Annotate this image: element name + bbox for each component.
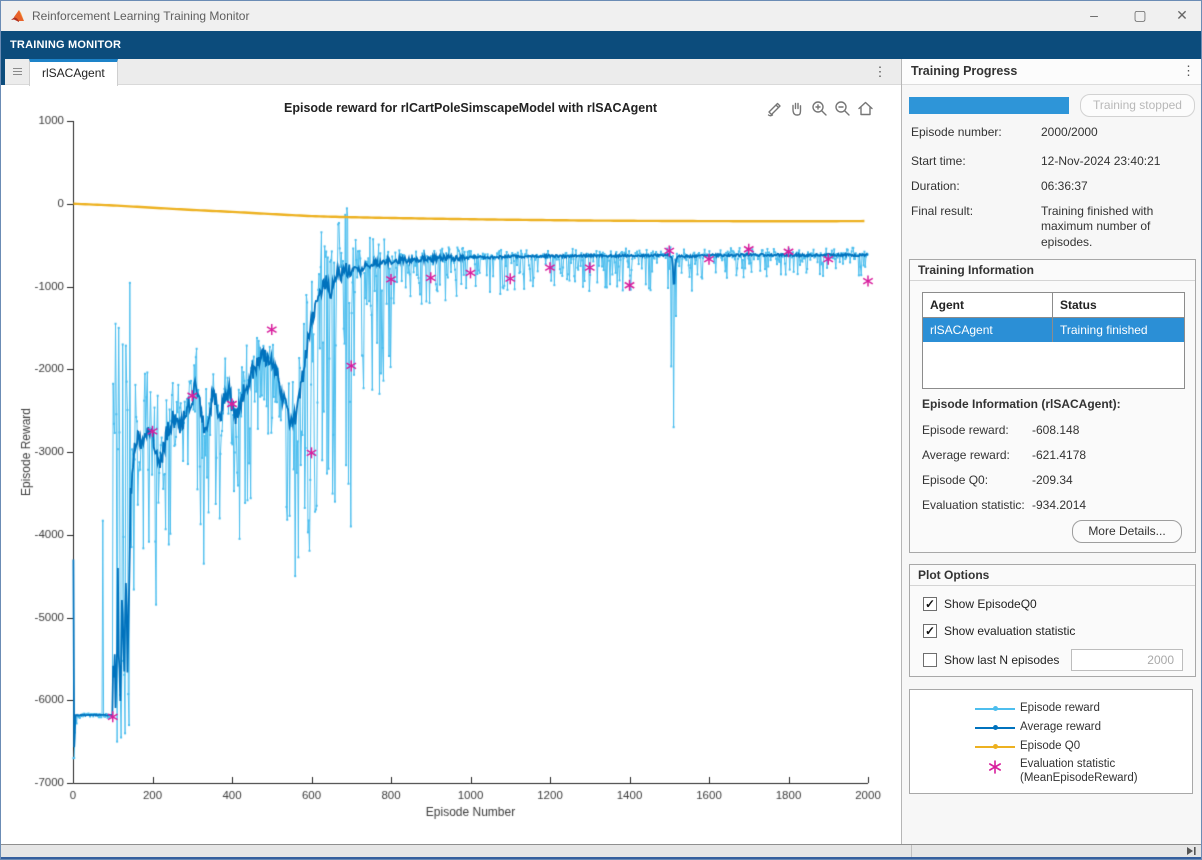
training-information-title: Training Information [910,260,1195,281]
agent-column-header: Agent [923,293,1053,317]
episode-reward-value: -608.148 [1032,423,1079,437]
episode-number-label: Episode number: [911,125,1002,139]
start-time-label: Start time: [911,154,966,168]
tab-rlsacagent[interactable]: rlSACAgent [29,59,118,86]
ribbon-bar: TRAINING MONITOR [1,31,1202,59]
training-progress-fill [909,97,1069,114]
duration-value: 06:36:37 [1041,179,1197,194]
episode-number-value: 2000/2000 [1041,125,1197,140]
show-evaluation-statistic-checkbox[interactable]: ✓ [923,624,937,638]
evaluation-statistic-row: Evaluation statistic: -934.2014 [922,498,1025,512]
legend-episode-q0: Episode Q0 [910,740,1192,754]
final-result-label: Final result: [911,204,973,218]
training-progress-panel: Training Progress ⋮ Training stopped Epi… [902,59,1202,844]
training-information-group: Training Information Agent Status rlSACA… [909,259,1196,553]
evaluation-statistic-legend-label: Evaluation statistic (MeanEpisodeReward) [1020,758,1138,786]
final-result-value: Training finished with maximum number of… [1041,204,1197,250]
close-button[interactable]: ✕ [1165,1,1199,31]
training-stopped-button: Training stopped [1080,94,1195,117]
skip-to-end-icon[interactable] [1186,846,1197,856]
average-reward-legend-label: Average reward [1020,721,1101,735]
start-time-value: 12-Nov-2024 23:40:21 [1041,154,1197,169]
table-header-row: Agent Status [923,293,1184,318]
legend-episode-reward: Episode reward [910,702,1192,716]
table-empty-area [923,342,1184,388]
evaluation-statistic-asterisk-icon [988,760,1002,774]
episode-q0-row: Episode Q0: -209.34 [922,473,988,487]
plot-options-title: Plot Options [910,565,1195,586]
show-episodeq0-option[interactable]: ✓ Show EpisodeQ0 [923,597,1037,611]
episode-reward-line-sample [975,708,1015,710]
agent-status-table[interactable]: Agent Status rlSACAgent Training finishe… [922,292,1185,389]
start-time-row: Start time: 12-Nov-2024 23:40:21 [911,154,966,168]
agent-cell: rlSACAgent [923,318,1053,342]
tabstrip-kebab-icon[interactable]: ⋮ [871,63,889,81]
ribbon-tab-training-monitor[interactable]: TRAINING MONITOR [10,39,121,51]
matlab-logo-icon [10,8,26,24]
table-row[interactable]: rlSACAgent Training finished [923,318,1184,342]
duration-row: Duration: 06:36:37 [911,179,960,193]
show-last-n-episodes-checkbox[interactable] [923,653,937,667]
drag-handle-icon[interactable] [13,68,22,77]
pan-icon[interactable] [786,98,806,118]
episode-q0-label: Episode Q0: [922,473,988,487]
episode-q0-legend-label: Episode Q0 [1020,740,1080,754]
episode-reward-legend-label: Episode reward [1020,702,1100,716]
maximize-button[interactable]: ▢ [1123,1,1157,31]
evaluation-statistic-value: -934.2014 [1032,498,1086,512]
chart-title: Episode reward for rlCartPoleSimscapeMod… [73,101,868,115]
window-title: Reinforcement Learning Training Monitor [32,9,249,23]
show-episodeq0-checkbox[interactable]: ✓ [923,597,937,611]
tabstrip-accent [1,59,5,85]
status-cell: Training finished [1053,318,1184,342]
side-panel-kebab-icon[interactable]: ⋮ [1182,63,1195,79]
show-evaluation-statistic-label: Show evaluation statistic [944,624,1075,638]
show-last-n-episodes-option[interactable]: Show last N episodes [923,653,1059,667]
more-details-button[interactable]: More Details... [1072,520,1182,543]
plot-legend: Episode reward Average reward Episode Q0… [909,689,1193,794]
final-result-row: Final result: Training finished with max… [911,204,973,218]
app-window: Reinforcement Learning Training Monitor … [0,0,1202,860]
status-column-header: Status [1053,293,1184,317]
plot-options-group: Plot Options ✓ Show EpisodeQ0 ✓ Show eva… [909,564,1196,677]
zoom-in-icon[interactable] [809,98,829,118]
average-reward-row: Average reward: -621.4178 [922,448,1010,462]
status-bar-divider [911,845,912,857]
training-progress-bar [909,97,1069,114]
episode-reward-label: Episode reward: [922,423,1009,437]
export-plot-icon[interactable] [763,98,783,118]
plot-toolbar [763,98,875,118]
legend-average-reward: Average reward [910,721,1192,735]
document-tab-strip [1,59,901,85]
show-last-n-episodes-label: Show last N episodes [944,653,1059,667]
evaluation-statistic-label: Evaluation statistic: [922,498,1025,512]
side-panel-header: Training Progress ⋮ [902,59,1202,85]
episode-information-title: Episode Information (rlSACAgent): [922,397,1121,411]
episode-reward-row: Episode reward: -608.148 [922,423,1009,437]
average-reward-label: Average reward: [922,448,1010,462]
show-episodeq0-label: Show EpisodeQ0 [944,597,1037,611]
n-episodes-input[interactable] [1071,649,1183,671]
duration-label: Duration: [911,179,960,193]
minimize-button[interactable]: – [1077,1,1111,31]
training-plot-canvas[interactable] [1,85,902,844]
restore-view-home-icon[interactable] [855,98,875,118]
episode-number-row: Episode number: 2000/2000 [911,125,1002,139]
zoom-out-icon[interactable] [832,98,852,118]
average-reward-value: -621.4178 [1032,448,1086,462]
show-evaluation-statistic-option[interactable]: ✓ Show evaluation statistic [923,624,1075,638]
side-panel-title: Training Progress [911,64,1017,78]
average-reward-line-sample [975,727,1015,729]
status-bar [1,844,1202,857]
episode-q0-line-sample [975,746,1015,748]
title-bar: Reinforcement Learning Training Monitor … [1,1,1202,31]
legend-evaluation-statistic: Evaluation statistic (MeanEpisodeReward) [910,758,1192,786]
chart-panel: Episode reward for rlCartPoleSimscapeMod… [1,85,901,844]
episode-q0-value: -209.34 [1032,473,1073,487]
